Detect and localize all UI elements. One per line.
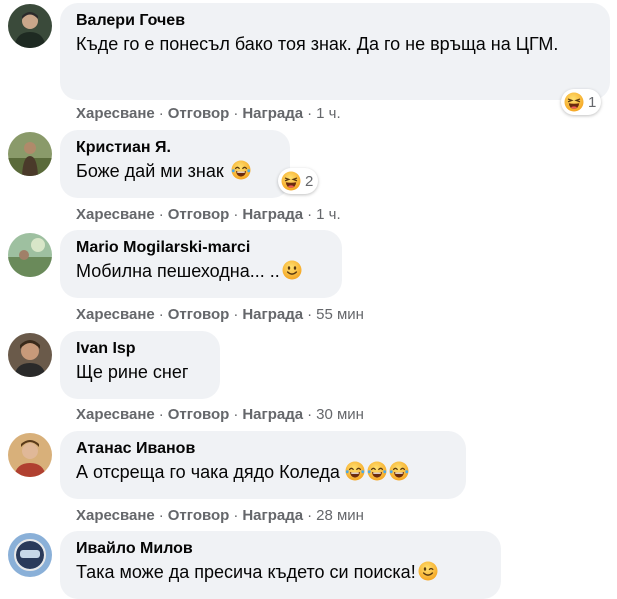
reaction-count-value: 2 [305, 172, 314, 190]
like-link[interactable]: Харесване [76, 206, 155, 223]
comment-timestamp[interactable]: 30 мин [316, 406, 364, 423]
laughing-emoji-icon [564, 92, 584, 112]
tears-of-joy-emoji-icon [389, 461, 409, 481]
comment-bubble: Ивайло Милов Така може да пресича където… [60, 531, 501, 599]
reply-link[interactable]: Отговор [168, 206, 230, 223]
avatar[interactable] [8, 132, 52, 176]
reaction-count-value: 1 [588, 93, 597, 111]
like-link[interactable]: Харесване [76, 306, 155, 323]
like-link[interactable]: Харесване [76, 507, 155, 524]
award-link[interactable]: Награда [242, 507, 303, 524]
avatar[interactable] [8, 4, 52, 48]
comment-text: Боже дай ми знак [76, 158, 274, 184]
comment-author[interactable]: Mario Mogilarski-marci [76, 238, 326, 258]
reply-link[interactable]: Отговор [168, 306, 230, 323]
avatar[interactable] [8, 533, 52, 577]
comment-text: Така може да пресича където си поиска! [76, 559, 485, 585]
comment-text: Ще рине снег [76, 362, 189, 382]
award-link[interactable]: Награда [242, 105, 303, 122]
comment-bubble: Атанас Иванов А отсреща го чака дядо Кол… [60, 431, 466, 499]
comment-timestamp[interactable]: 1 ч. [316, 206, 341, 223]
tears-of-joy-emoji-icon [367, 461, 387, 481]
comment-timestamp[interactable]: 55 мин [316, 306, 364, 323]
comment-actions: Харесване · Отговор · Награда · 30 мин [76, 406, 364, 423]
reply-link[interactable]: Отговор [168, 105, 230, 122]
comment-actions: Харесване · Отговор · Награда · 1 ч. [76, 105, 341, 122]
comment-actions: Харесване · Отговор · Награда · 1 ч. [76, 206, 341, 223]
tears-of-joy-emoji-icon [345, 461, 365, 481]
award-link[interactable]: Награда [242, 406, 303, 423]
comment-thread: Валери Гочев Къде го е понесъл бако тоя … [0, 0, 617, 599]
avatar[interactable] [8, 433, 52, 477]
smiling-emoji-icon [282, 260, 302, 280]
avatar[interactable] [8, 233, 52, 277]
comment-timestamp[interactable]: 28 мин [316, 507, 364, 524]
comment-text: Мобилна пешеходна... .. [76, 258, 326, 284]
like-link[interactable]: Харесване [76, 105, 155, 122]
comment-bubble: Mario Mogilarski-marci Мобилна пешеходна… [60, 230, 342, 298]
comment-author[interactable]: Ivan Isp [76, 339, 204, 359]
tears-of-joy-emoji-icon [231, 160, 251, 180]
comment-actions: Харесване · Отговор · Награда · 28 мин [76, 507, 364, 524]
avatar[interactable] [8, 333, 52, 377]
reaction-count[interactable]: 1 [561, 89, 602, 115]
laughing-emoji-icon [281, 171, 301, 191]
comment-actions: Харесване · Отговор · Награда · 55 мин [76, 306, 364, 323]
comment-author[interactable]: Атанас Иванов [76, 439, 450, 459]
reply-link[interactable]: Отговор [168, 406, 230, 423]
comment-text: Къде го е понесъл бако тоя знак. Да го н… [76, 34, 559, 54]
reply-link[interactable]: Отговор [168, 507, 230, 524]
comment-text: А отсреща го чака дядо Коледа [76, 459, 450, 485]
award-link[interactable]: Награда [242, 306, 303, 323]
comment-author[interactable]: Кристиан Я. [76, 138, 274, 158]
comment-bubble: Ivan Isp Ще рине снег [60, 331, 220, 399]
like-link[interactable]: Харесване [76, 406, 155, 423]
award-link[interactable]: Награда [242, 206, 303, 223]
winking-emoji-icon [418, 561, 438, 581]
comment-bubble: Валери Гочев Къде го е понесъл бако тоя … [60, 3, 610, 100]
comment-timestamp[interactable]: 1 ч. [316, 105, 341, 122]
comment-bubble: Кристиан Я. Боже дай ми знак [60, 130, 290, 198]
reaction-count[interactable]: 2 [278, 168, 319, 194]
comment-author[interactable]: Ивайло Милов [76, 539, 485, 559]
comment-author[interactable]: Валери Гочев [76, 11, 594, 31]
